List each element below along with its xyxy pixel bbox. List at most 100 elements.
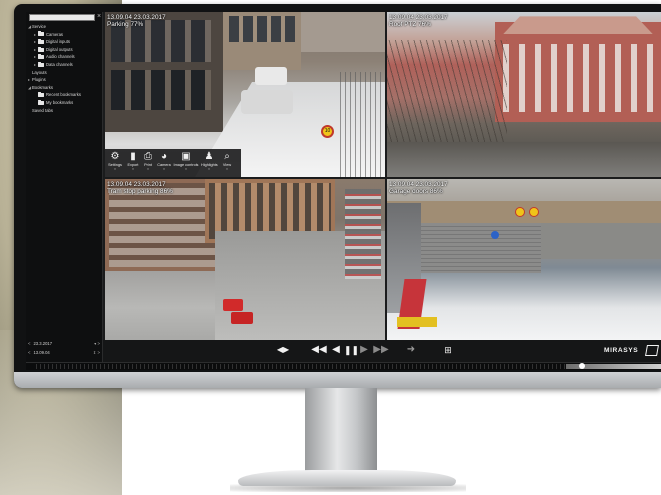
sidebar-item-plugins[interactable]: ▸ Plugins <box>28 76 102 84</box>
monitor-stand-neck <box>305 388 377 472</box>
timeline-scrubber[interactable] <box>26 362 661 370</box>
sidebar-item-label: Bookmarks <box>32 84 53 90</box>
navigation-sidebar: × ◢ Service ▸ Cameras ▸ Digital inputs ▸ Digita… <box>26 12 103 340</box>
toolbar-highlights-button[interactable]: ♟ Highlights ▾ <box>201 151 218 175</box>
sidebar-item-label: My bookmarks <box>46 99 74 105</box>
video-windows <box>229 16 295 42</box>
sidebar-item-label: Audio channels <box>46 54 75 60</box>
video-street <box>387 142 661 177</box>
video-speed-sign <box>515 207 525 217</box>
toolbar-settings-button[interactable]: ⚙ Settings ▾ <box>107 151 123 175</box>
sidebar-item-cameras[interactable]: ▸ Cameras <box>28 31 102 39</box>
camera-tile-tram-stop-parking[interactable]: 13.09.04 23.03.2017 Tram stop parking 86… <box>105 179 385 340</box>
tile-overlay: 13.09.04 23.03.2017 Tram stop parking 86… <box>107 181 173 195</box>
folder-icon <box>38 38 44 44</box>
toolbar-print-button[interactable]: ⎙ Print ▾ <box>140 151 156 175</box>
chevron-down-icon: ▾ <box>147 167 149 171</box>
sidebar-item-audio-channels[interactable]: ▸ Audio channels <box>28 53 102 61</box>
video-windows <box>503 44 653 112</box>
video-van <box>241 90 293 114</box>
chevron-down-icon: ▾ <box>114 167 116 171</box>
toolbar-camera-button[interactable]: ◕ Camera ▾ <box>156 151 172 175</box>
video-windows <box>111 70 211 110</box>
folder-icon <box>38 92 44 98</box>
toolbar-view-button[interactable]: ⌕ View ▾ <box>219 151 235 175</box>
sidebar-item-layouts[interactable]: Layouts <box>28 69 102 77</box>
folder-icon <box>38 99 44 105</box>
video-speed-sign <box>529 207 539 217</box>
sidebar-item-digital-inputs[interactable]: ▸ Digital inputs <box>28 38 102 46</box>
tile-camera-name: Parking 77% <box>107 21 144 29</box>
camera-tile-garage-doors[interactable]: 13.09.04 23.03.2017 Garage doors 86% <box>387 179 661 340</box>
video-yellow-barrier <box>397 317 437 327</box>
date-value: 23.3.2017 <box>33 341 53 346</box>
sidebar-item-label: Service <box>32 24 46 29</box>
sidebar-item-label: Data channels <box>46 61 73 67</box>
time-stepper[interactable]: ⇕ > <box>93 349 100 357</box>
video-wall <box>541 223 661 259</box>
sidebar-item-label: Recent bookmarks <box>46 92 81 98</box>
chevron-down-icon: ▾ <box>185 167 187 171</box>
fast-rewind-button[interactable]: ◀◀ <box>310 344 328 356</box>
tile-camera-name: Garage doors 86% <box>389 188 443 196</box>
sidebar-item-recent-bookmarks[interactable]: Recent bookmarks <box>28 91 102 99</box>
camera-toolbar: ⚙ Settings ▾ ▮ Export ▾ ⎙ Print ▾ ◕ Camera ▾ ▣ Image … <box>105 149 241 177</box>
chevron-down-icon: ▾ <box>208 167 210 171</box>
sidebar-item-digital-outputs[interactable]: ▸ Digital outputs <box>28 46 102 54</box>
timeline-cursor-handle[interactable] <box>579 363 585 369</box>
toolbar-image-controls-button[interactable]: ▣ Image controls ▾ <box>173 151 199 175</box>
tile-camera-name: Tram stop parking 86% <box>107 188 173 196</box>
sidebar-item-bookmarks[interactable]: ◢ Bookmarks <box>28 84 102 92</box>
monitor-stand-base <box>238 470 456 486</box>
chevron-down-icon: ▾ <box>132 167 134 171</box>
tile-overlay: 13.09.04 23.03.2017 Roof PTZ 76% <box>389 14 448 28</box>
date-stepper[interactable]: ▾ > <box>94 340 100 348</box>
camera-tile-roof-ptz[interactable]: 13.09.04 23.03.2017 Roof PTZ 76% <box>387 12 661 177</box>
go-live-button[interactable]: ➜ <box>404 344 418 356</box>
sidebar-item-data-channels[interactable]: ▸ Data channels <box>28 61 102 69</box>
close-icon[interactable]: × <box>95 12 103 21</box>
sidebar-item-service[interactable]: ◢ Service <box>28 23 102 31</box>
sidebar-item-label: Plugins <box>32 77 46 83</box>
time-picker[interactable]: <13.09.04 ⇕ > <box>28 349 102 357</box>
frame-step-button[interactable]: ◀▶ <box>272 344 294 356</box>
video-fence <box>340 72 385 177</box>
video-speed-sign: 10 <box>321 125 334 138</box>
chevron-left-icon[interactable]: < <box>28 350 30 355</box>
chevron-left-icon[interactable]: < <box>28 341 30 346</box>
video-building <box>301 12 385 52</box>
vms-screen: × ◢ Service ▸ Cameras ▸ Digital inputs ▸ Digita… <box>26 12 661 370</box>
video-trees <box>387 40 507 150</box>
tile-overlay: 13.09.04 23.03.2017 Garage doors 86% <box>389 181 448 195</box>
video-direction-sign <box>491 231 499 239</box>
play-reverse-button[interactable]: ◀ <box>330 344 342 356</box>
video-parked-cars <box>345 189 381 279</box>
sidebar-item-saved-tabs[interactable]: Saved tabs <box>28 107 102 115</box>
time-value: 13.09.04 <box>33 350 50 355</box>
brand-logo-text: MIRASYS <box>604 347 639 354</box>
playback-bar: <23.3.2017 ▾ > <13.09.04 ⇕ > ◀▶ ◀◀ ◀ ❚❚ … <box>26 340 661 370</box>
folder-icon <box>38 46 44 52</box>
video-roof <box>503 16 653 34</box>
chevron-down-icon: ▾ <box>163 167 165 171</box>
fast-forward-button[interactable]: ▶▶ <box>372 344 390 356</box>
search-icon: ⌕ <box>224 151 230 162</box>
image-controls-icon: ▣ <box>181 151 191 162</box>
person-icon: ♟ <box>204 151 214 162</box>
toolbar-export-button[interactable]: ▮ Export ▾ <box>125 151 141 175</box>
date-picker[interactable]: <23.3.2017 ▾ > <box>28 340 102 348</box>
pause-button[interactable]: ❚❚ <box>344 344 359 356</box>
sidebar-item-my-bookmarks[interactable]: My bookmarks <box>28 99 102 107</box>
folder-icon <box>38 54 44 60</box>
printer-icon: ⎙ <box>144 151 152 162</box>
sidebar-search-input[interactable] <box>29 14 95 21</box>
play-button[interactable]: ▶ <box>358 344 370 356</box>
bookmark-button[interactable]: ⊞ <box>442 344 454 356</box>
chevron-down-icon: ▾ <box>226 167 228 171</box>
sidebar-item-label: Digital inputs <box>46 39 70 45</box>
sidebar-item-label: Cameras <box>46 31 63 37</box>
video-red-car <box>223 299 243 311</box>
video-red-car <box>231 312 253 324</box>
sidebar-item-label: Layouts <box>32 69 47 75</box>
resource-tree: ◢ Service ▸ Cameras ▸ Digital inputs ▸ Digital … <box>28 23 102 114</box>
